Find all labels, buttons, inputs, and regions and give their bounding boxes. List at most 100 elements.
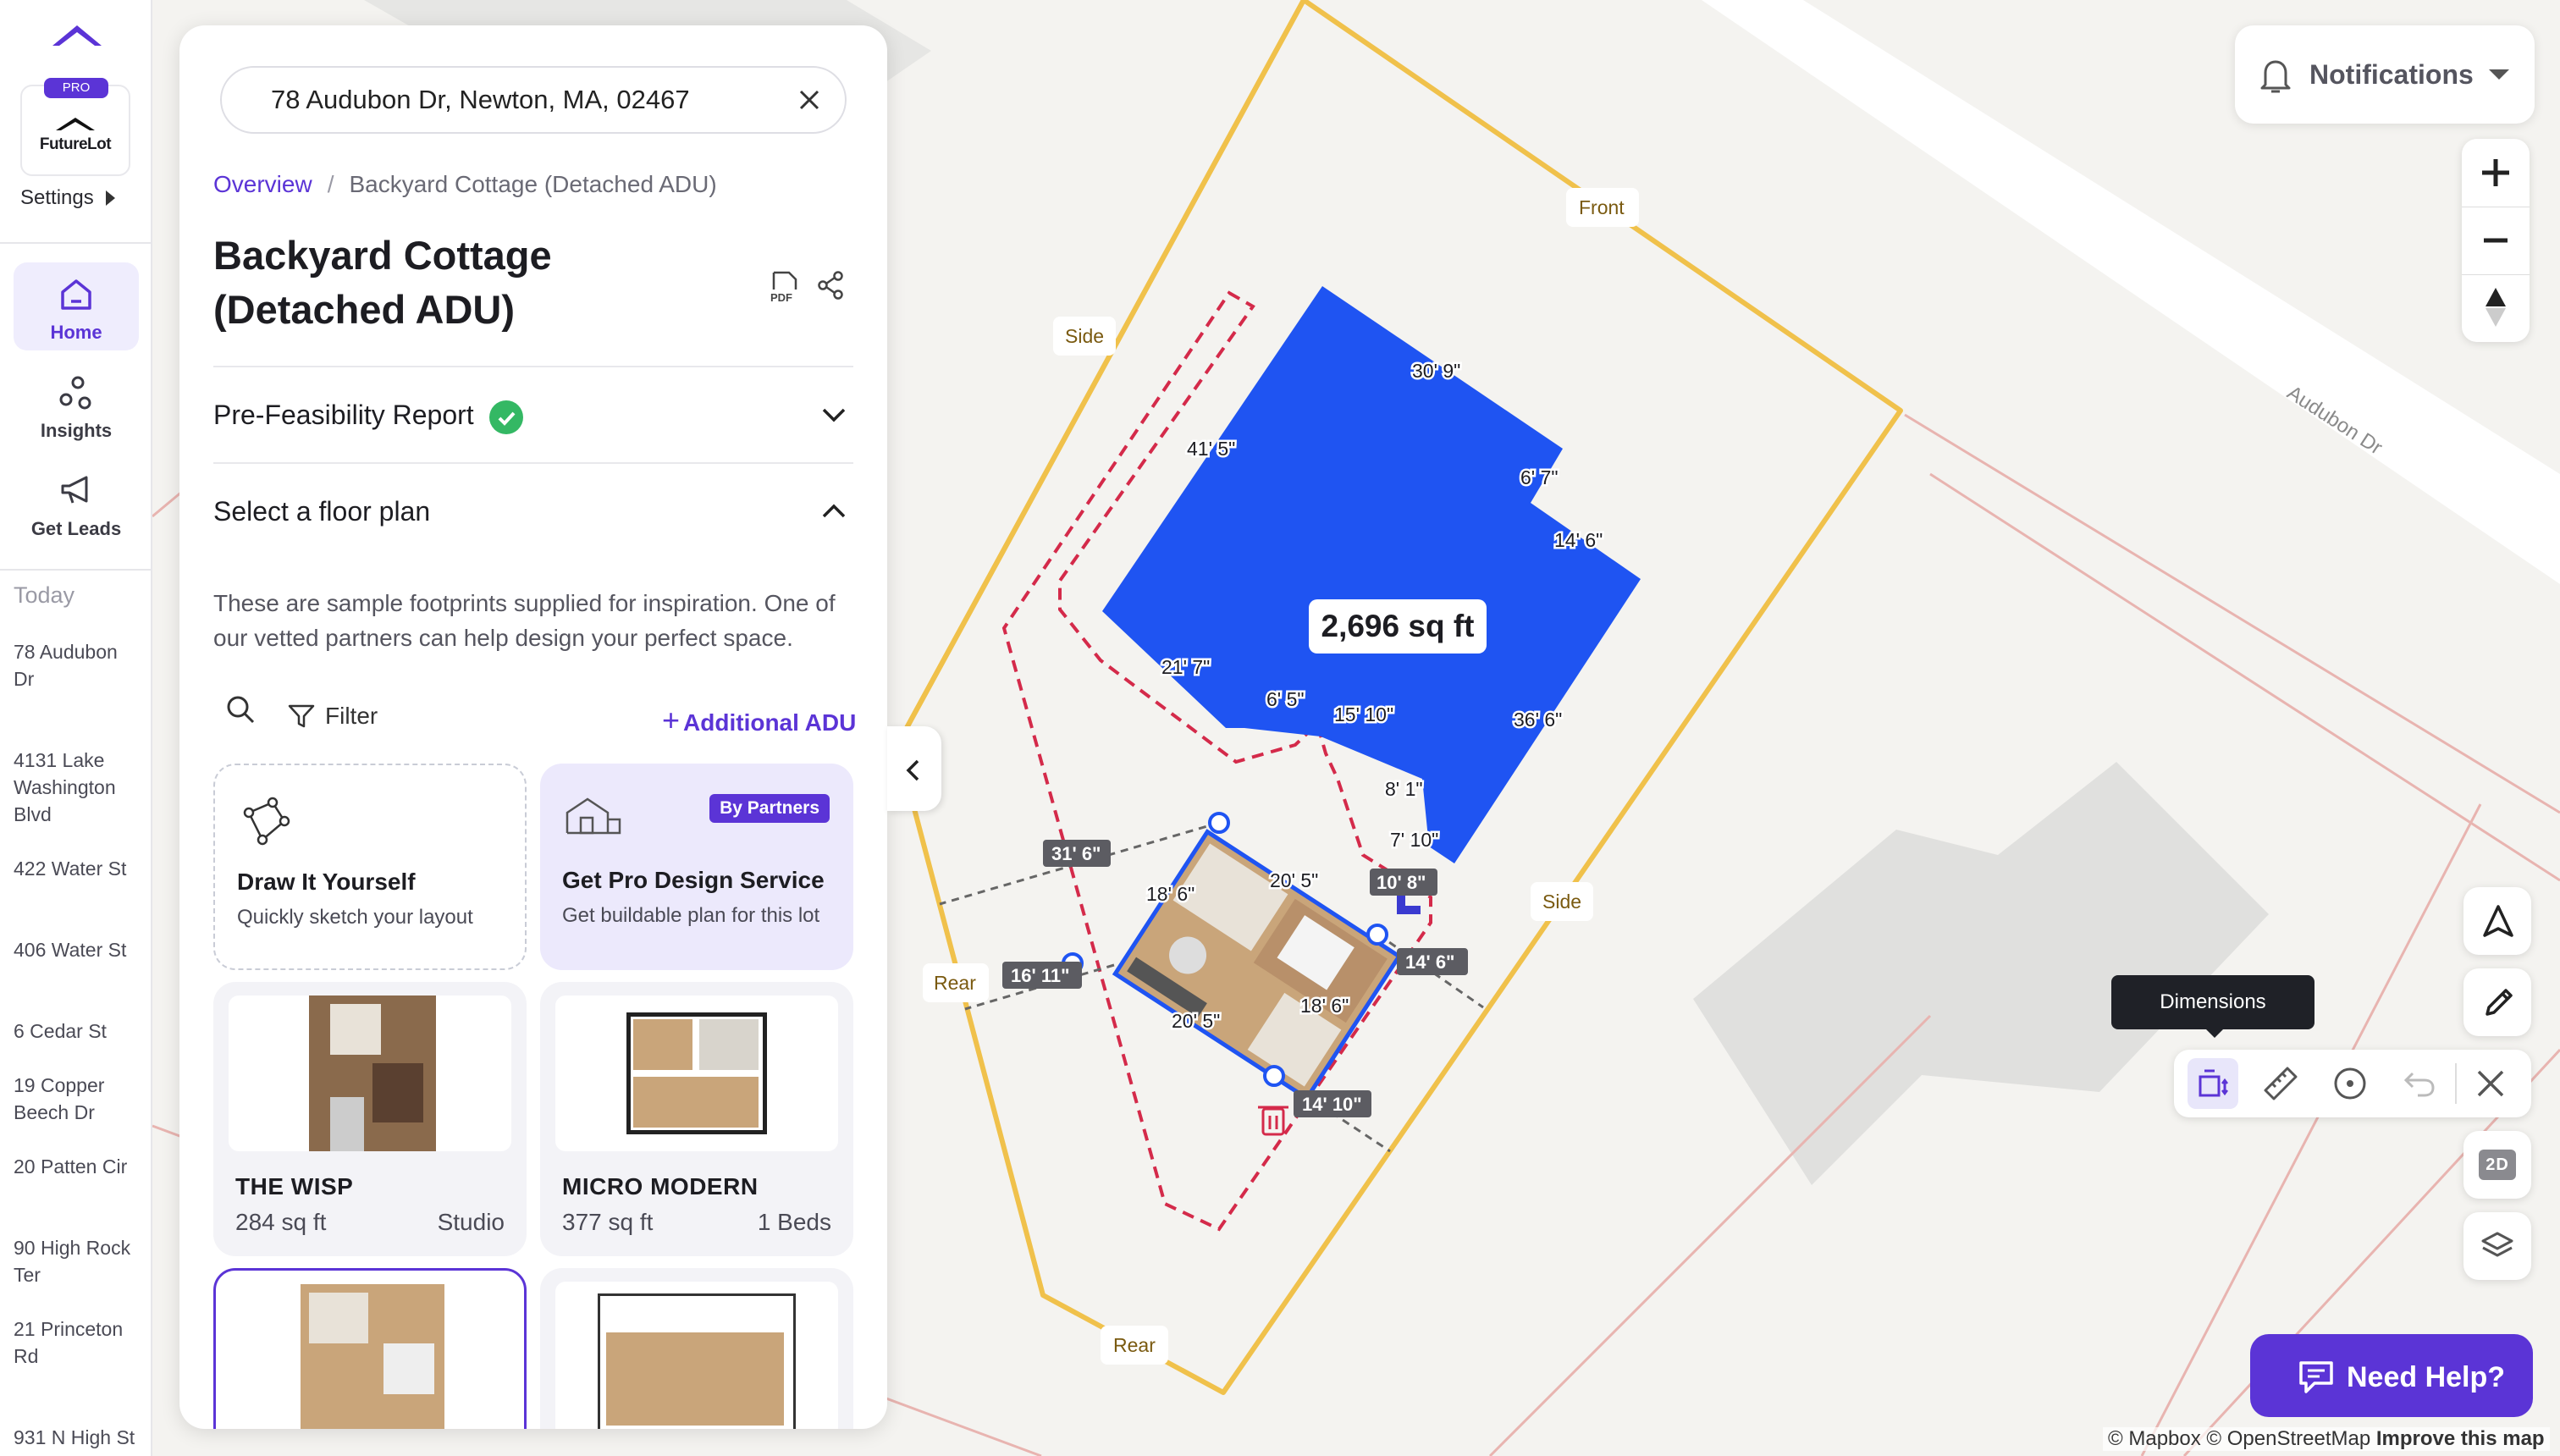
- attribution-mapbox[interactable]: © Mapbox: [2108, 1427, 2201, 1450]
- chevron-up-icon: [822, 504, 846, 518]
- zoom-out-icon[interactable]: [2479, 223, 2513, 257]
- clear-search-icon[interactable]: [796, 86, 823, 113]
- address-search[interactable]: [220, 66, 847, 134]
- history-item[interactable]: 90 High Rock Ter: [14, 1234, 141, 1288]
- left-rail: FutureLot PRO Settings Home Insights Get…: [0, 0, 152, 1456]
- view-toggle-button[interactable]: 2D: [2463, 1131, 2531, 1199]
- dimension-label: 8' 1": [1385, 778, 1423, 800]
- close-icon[interactable]: [2474, 1067, 2508, 1100]
- settings-label: Settings: [20, 186, 94, 209]
- dimension-label: 18' 6": [1146, 883, 1194, 905]
- setback-label: 14' 10": [1302, 1094, 1362, 1115]
- pro-design-card[interactable]: By Partners Get Pro Design Service Get b…: [540, 764, 853, 970]
- additional-adu-button[interactable]: + Additional ADU: [662, 703, 856, 738]
- pro-badge: PRO: [44, 78, 108, 98]
- floorplan-card[interactable]: MICRO MODERN 377 sq ft 1 Beds: [540, 982, 853, 1256]
- history-item[interactable]: 406 Water St: [14, 936, 141, 963]
- floorplan-card[interactable]: THE WISP 284 sq ft Studio: [213, 982, 527, 1256]
- setback-label: 10' 8": [1377, 872, 1426, 893]
- settings-button[interactable]: Settings: [20, 186, 115, 210]
- nav-home[interactable]: Home: [14, 262, 139, 350]
- lot-label-front: Front: [1579, 196, 1625, 218]
- divider: [2455, 1063, 2457, 1104]
- additional-adu-label: Additional ADU: [683, 709, 857, 736]
- notifications-label: Notifications: [2309, 59, 2474, 90]
- app-logo-icon[interactable]: [52, 24, 102, 49]
- dimension-label: 20' 5": [1172, 1010, 1220, 1032]
- zoom-controls: [2462, 139, 2530, 342]
- details-panel: Overview / Backyard Cottage (Detached ADU)…: [179, 25, 887, 1429]
- page-title: Backyard Cottage (Detached ADU): [213, 233, 552, 332]
- pdf-icon[interactable]: PDF: [769, 271, 799, 305]
- plan-name: MICRO MODERN: [562, 1173, 759, 1200]
- house-roof-icon: [56, 118, 95, 130]
- floorplan-card[interactable]: [540, 1268, 853, 1429]
- area-label: 2,696 sq ft: [1321, 609, 1475, 643]
- edit-button[interactable]: [2463, 968, 2531, 1036]
- floorplan-thumbnail: [231, 1284, 514, 1429]
- need-help-button[interactable]: Need Help?: [2250, 1334, 2533, 1417]
- notifications-button[interactable]: Notifications: [2235, 25, 2535, 124]
- card-title: Draw It Yourself: [237, 869, 416, 895]
- breadcrumb-overview[interactable]: Overview: [213, 171, 312, 197]
- search-icon[interactable]: [223, 692, 257, 726]
- divider: [2462, 274, 2530, 275]
- map-attribution: © Mapbox © OpenStreetMap Improve this ma…: [2103, 1427, 2550, 1451]
- chevron-down-icon: [822, 408, 846, 422]
- draw-yourself-card[interactable]: Draw It Yourself Quickly sketch your lay…: [213, 764, 527, 970]
- setback-label: 31' 6": [1051, 843, 1101, 864]
- plan-sqft: 284 sq ft: [235, 1209, 327, 1235]
- collapse-panel-button[interactable]: [887, 726, 941, 811]
- divider: [213, 366, 853, 367]
- filter-button[interactable]: Filter: [288, 703, 378, 730]
- dimensions-icon: [2199, 1069, 2228, 1097]
- setback-label: 16' 11": [1011, 965, 1070, 986]
- undo-icon[interactable]: [2401, 1065, 2438, 1102]
- history-item[interactable]: 20 Patten Cir: [14, 1153, 141, 1180]
- accordion-label: Pre-Feasibility Report: [213, 400, 474, 430]
- history-item[interactable]: 78 Audubon Dr: [14, 638, 141, 692]
- history-item[interactable]: 6 Cedar St: [14, 1018, 141, 1045]
- compass-icon[interactable]: [2484, 286, 2508, 328]
- improve-map-link[interactable]: Improve this map: [2376, 1427, 2545, 1450]
- history-item[interactable]: 931 N High St: [14, 1424, 141, 1451]
- prefeasibility-accordion[interactable]: Pre-Feasibility Report: [213, 389, 853, 440]
- plan-name: THE WISP: [235, 1173, 354, 1200]
- filter-icon: [288, 704, 315, 728]
- history-item[interactable]: 4131 Lake Washington Blvd: [14, 747, 141, 828]
- attribution-osm[interactable]: © OpenStreetMap: [2206, 1427, 2370, 1450]
- brand-logo[interactable]: FutureLot: [20, 85, 130, 176]
- layers-icon: [2481, 1232, 2513, 1257]
- nav-get-leads[interactable]: Get Leads: [14, 459, 139, 547]
- circle-target-icon[interactable]: [2331, 1065, 2369, 1102]
- check-circle-icon: [488, 400, 523, 434]
- pencil-icon: [2486, 989, 2513, 1016]
- partners-badge: By Partners: [709, 794, 830, 823]
- card-subtitle: Get buildable plan for this lot: [562, 904, 820, 927]
- floorplan-card-selected[interactable]: [213, 1268, 527, 1429]
- navigate-button[interactable]: [2463, 887, 2531, 955]
- floorplan-thumbnail: [555, 995, 838, 1151]
- nav-label: Home: [50, 322, 102, 343]
- share-icon[interactable]: [816, 271, 845, 300]
- caret-right-icon: [105, 190, 115, 206]
- zoom-in-icon[interactable]: [2479, 156, 2513, 190]
- breadcrumb-separator: /: [327, 171, 334, 197]
- ruler-icon[interactable]: [2262, 1065, 2299, 1102]
- address-input[interactable]: [271, 68, 779, 132]
- history-item[interactable]: 422 Water St: [14, 855, 141, 882]
- layers-button[interactable]: [2463, 1212, 2531, 1280]
- dimension-label: 18' 6": [1300, 995, 1349, 1017]
- lot-label-side: Side: [1065, 325, 1104, 347]
- history-heading: Today: [14, 582, 75, 608]
- dimensions-tool-button[interactable]: [2188, 1058, 2238, 1109]
- floorplan-accordion[interactable]: Select a floor plan: [213, 486, 853, 537]
- dimension-label: 6' 7": [1520, 466, 1559, 488]
- lot-label-rear: Rear: [934, 972, 976, 994]
- floorplan-description: These are sample footprints supplied for…: [213, 590, 836, 651]
- nav-insights[interactable]: Insights: [14, 361, 139, 449]
- history-item[interactable]: 21 Princeton Rd: [14, 1315, 141, 1370]
- history-item[interactable]: 19 Copper Beech Dr: [14, 1072, 141, 1126]
- breadcrumb: Overview / Backyard Cottage (Detached ADU): [213, 171, 717, 198]
- dimension-label: 15' 10": [1334, 703, 1393, 725]
